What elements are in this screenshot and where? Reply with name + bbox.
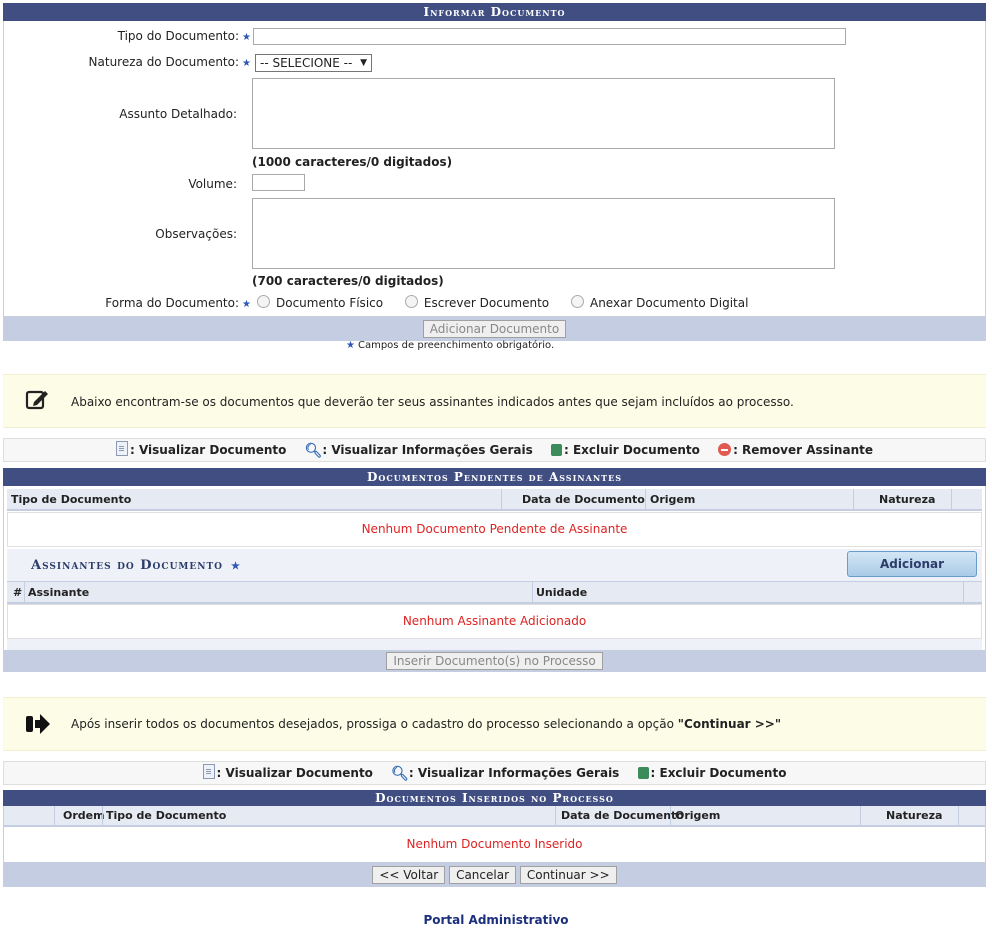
signers-caption: Assinantes do Documento ★ (31, 558, 241, 573)
legend-view-info: 🔍︎: Visualizar Informações Gerais (391, 766, 619, 782)
informar-documento-panel: Informar Documento Tipo do Documento: ★ N… (3, 3, 986, 341)
col-index: # (13, 586, 23, 599)
magnifier-icon: 🔍︎ (304, 443, 323, 459)
col-data: Data de Documento (522, 493, 645, 506)
info-text: Abaixo encontram-se os documentos que de… (71, 395, 794, 409)
form-footer: Adicionar Documento (3, 317, 986, 341)
volume-label: Volume: (188, 177, 237, 191)
required-star-icon: ★ (242, 58, 251, 69)
legend-delete-doc: : Excluir Documento (637, 766, 786, 780)
radio-escrever-documento[interactable]: Escrever Documento (404, 295, 550, 310)
legend-delete-doc: : Excluir Documento (550, 443, 700, 457)
col-assinante: Assinante (28, 586, 90, 599)
radio-label: Documento Físico (276, 296, 384, 310)
pending-footer: Inserir Documento(s) no Processo (3, 650, 986, 672)
natureza-select[interactable]: -- SELECIONE -- ▼ (255, 54, 372, 72)
form-caption: Informar Documento (3, 3, 986, 21)
inserted-caption: Documentos Inseridos no Processo (3, 790, 986, 806)
edit-icon (25, 388, 48, 410)
radio-label: Anexar Documento Digital (589, 296, 749, 310)
natureza-label: Natureza do Documento: ★ (88, 55, 251, 69)
observacoes-textarea[interactable] (252, 198, 835, 269)
signers-table-header: # Assinante Unidade (7, 581, 982, 604)
required-star-icon: ★ (242, 32, 251, 43)
inserted-table-header: Ordem Tipo de Documento Data de Document… (4, 806, 985, 827)
forma-label: Forma do Documento: ★ (105, 296, 251, 310)
col-origem: Origem (650, 493, 696, 506)
col-data: Data de Documento (561, 809, 684, 822)
assunto-textarea[interactable] (252, 78, 835, 149)
observacoes-label: Observações: (155, 227, 237, 241)
radio-icon (570, 295, 584, 308)
legend-bar-2: : Visualizar Documento 🔍︎: Visualizar In… (3, 761, 986, 785)
magnifier-icon: 🔍︎ (391, 766, 409, 782)
adicionar-assinante-button[interactable]: Adicionar Assinante (847, 551, 977, 595)
tipo-documento-input[interactable] (253, 28, 846, 45)
legend-remove-signer: : Remover Assinante (718, 443, 873, 457)
natureza-selected-value: -- SELECIONE -- (260, 56, 353, 70)
col-natureza: Natureza (886, 809, 943, 822)
col-tipo: Tipo de Documento (106, 809, 227, 822)
inserted-empty-message: Nenhum Documento Inserido (406, 837, 583, 851)
dropdown-arrow-icon: ▼ (360, 58, 367, 68)
document-icon (202, 764, 215, 779)
form-body: Tipo do Documento: ★ Natureza do Document… (3, 21, 986, 317)
radio-anexar-documento[interactable]: Anexar Documento Digital (570, 295, 749, 310)
cancelar-button[interactable]: Cancelar (449, 866, 517, 884)
document-icon (116, 441, 128, 456)
signers-section: Assinantes do Documento★ Adicionar Assin… (7, 549, 982, 665)
pending-caption: Documentos Pendentes de Assinantes (3, 468, 986, 486)
col-ordem: Ordem (63, 809, 105, 822)
col-tipo: Tipo de Documento (11, 493, 132, 506)
info-box-signers: Abaixo encontram-se os documentos que de… (3, 374, 986, 428)
legend-view-doc: : Visualizar Documento (202, 764, 373, 780)
assunto-counter: (1000 caracteres/0 digitados) (252, 155, 453, 169)
continuar-button[interactable]: Continuar >> (519, 866, 617, 884)
portal-administrativo-link[interactable]: Portal Administrativo (0, 913, 992, 927)
info-box-continue: Após inserir todos os documentos desejad… (3, 697, 986, 751)
radio-icon (404, 295, 418, 308)
pending-documents-panel: Documentos Pendentes de Assinantes Tipo … (3, 468, 986, 672)
legend-bar-1: : Visualizar Documento 🔍︎: Visualizar In… (3, 438, 986, 462)
trash-icon (550, 444, 562, 456)
signers-empty-message: Nenhum Assinante Adicionado (7, 604, 982, 639)
trash-icon (637, 767, 649, 779)
col-origem: Origem (675, 809, 721, 822)
radio-documento-fisico[interactable]: Documento Físico (257, 295, 384, 310)
inserir-documentos-button[interactable]: Inserir Documento(s) no Processo (386, 652, 603, 670)
pending-empty-message: Nenhum Documento Pendente de Assinante (7, 512, 982, 547)
required-star-icon: ★ (231, 561, 241, 572)
arrow-right-icon (25, 713, 51, 738)
legend-view-doc: : Visualizar Documento (116, 441, 286, 457)
required-star-icon: ★ (346, 340, 355, 351)
inserted-documents-panel: Documentos Inseridos no Processo Ordem T… (3, 790, 986, 887)
tipo-label: Tipo do Documento: ★ (117, 29, 251, 43)
col-unidade: Unidade (536, 586, 588, 599)
voltar-button[interactable]: << Voltar (372, 866, 446, 884)
info-text: Após inserir todos os documentos desejad… (71, 717, 782, 731)
nav-footer: << Voltar Cancelar Continuar >> (3, 863, 986, 887)
legend-view-info: 🔍︎: Visualizar Informações Gerais (305, 443, 533, 459)
remove-icon (718, 443, 732, 456)
required-star-icon: ★ (242, 299, 251, 310)
adicionar-documento-button[interactable]: Adicionar Documento (422, 320, 567, 338)
pending-table-header: Tipo de Documento Data de Documento Orig… (7, 489, 982, 511)
observacoes-counter: (700 caracteres/0 digitados) (252, 274, 444, 288)
radio-icon (257, 295, 270, 308)
assunto-label: Assunto Detalhado: (119, 107, 237, 121)
radio-label: Escrever Documento (423, 296, 550, 310)
required-note: ★ Campos de preenchimento obrigatório. (346, 340, 555, 351)
col-natureza: Natureza (879, 493, 936, 506)
volume-input[interactable] (252, 174, 305, 191)
